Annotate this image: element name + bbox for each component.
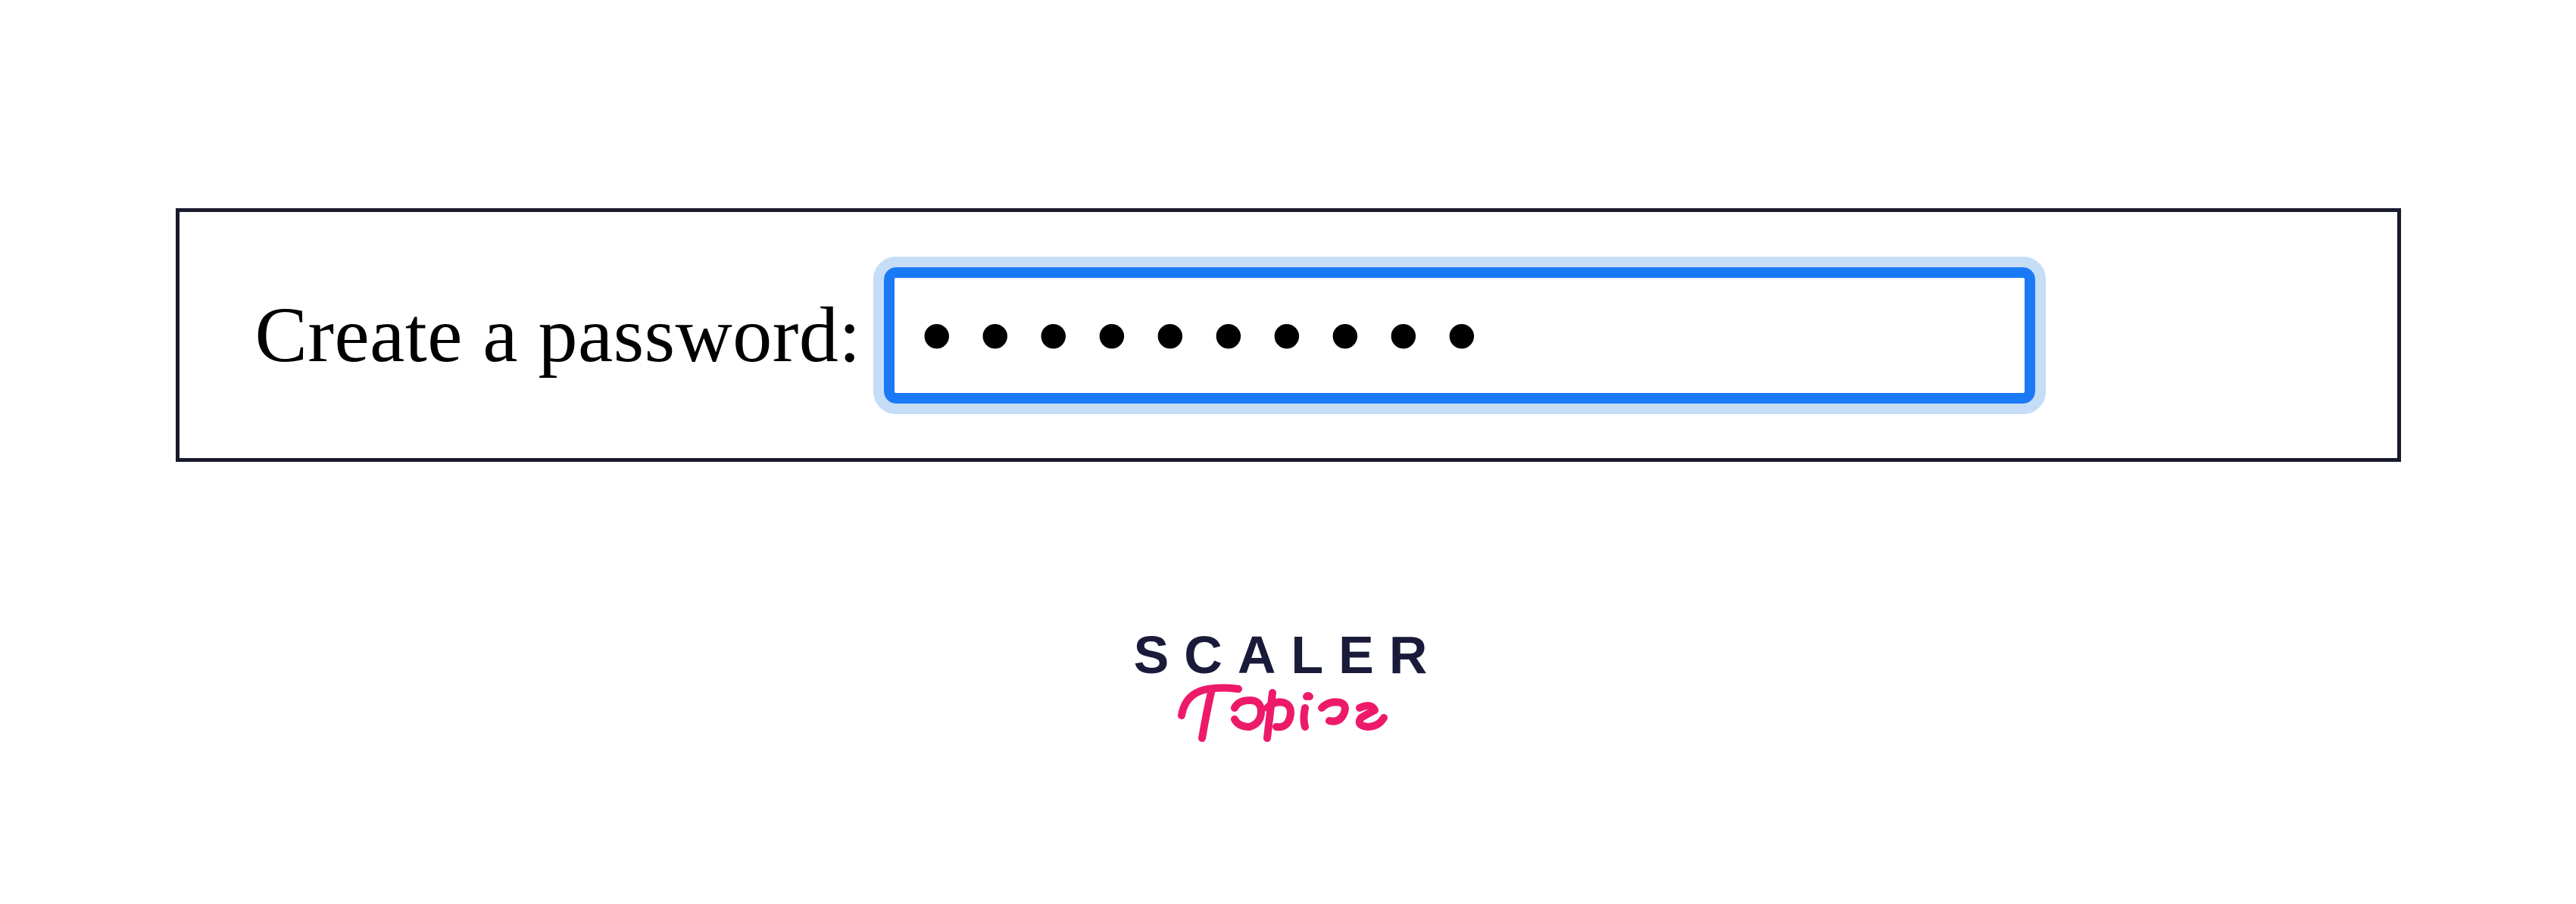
password-input[interactable] <box>884 267 2035 404</box>
password-label: Create a password: <box>255 290 861 380</box>
scaler-topics-logo: SCALER <box>1134 625 1443 776</box>
password-form-container: Create a password: <box>176 208 2401 462</box>
logo-topics-text <box>1170 666 1420 757</box>
